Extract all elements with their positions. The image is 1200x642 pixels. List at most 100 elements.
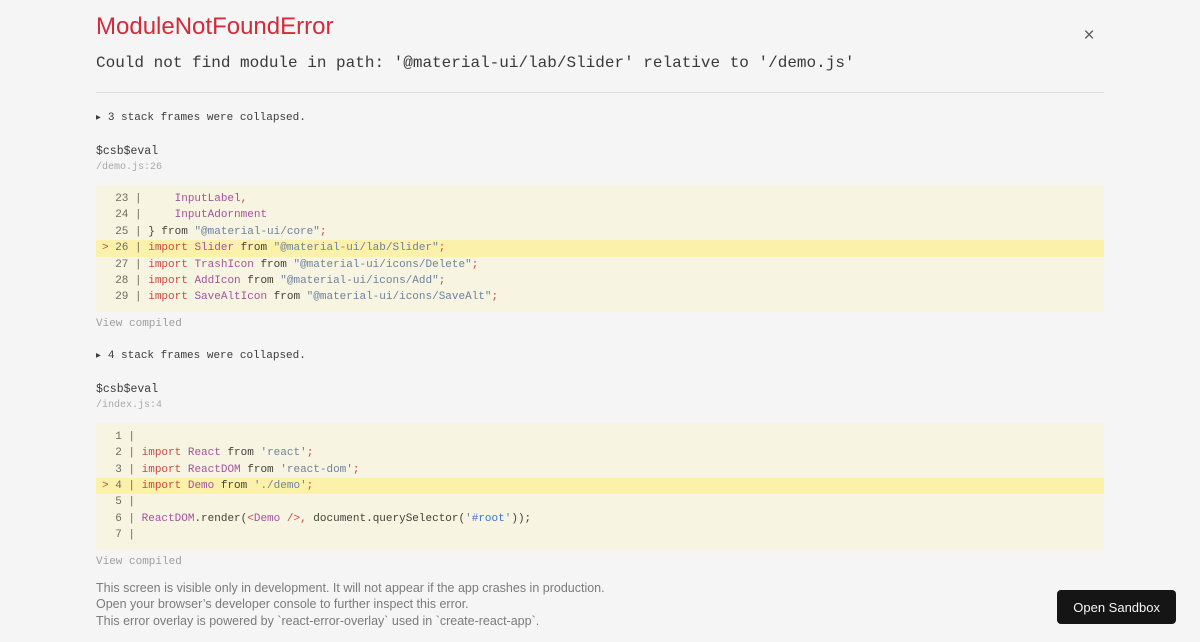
open-sandbox-button[interactable]: Open Sandbox [1057,590,1176,624]
code-token: ; [491,291,499,304]
view-compiled-link[interactable]: View compiled [96,318,182,331]
frame-location: /demo.js:26 [96,162,163,173]
error-line-marker [102,259,109,271]
code-token: AddIcon [194,275,241,288]
code-token: from [240,275,281,288]
code-token: < [247,512,254,525]
code-line: 28 | import AddIcon from "@material-ui/i… [96,273,1104,289]
error-line-marker [102,193,109,205]
code-line: 5 | [96,494,1104,510]
code-token: "@material-ui/core" [194,225,320,238]
code-token: , [300,512,307,525]
code-token: "@material-ui/lab/Slider" [273,242,439,255]
code-line: 27 | import TrashIcon from "@material-ui… [96,257,1104,273]
code-token: import [141,447,182,460]
line-gutter: 24 | [102,209,148,221]
error-line-marker: > [102,242,109,255]
footer-note: This error overlay is powered by `react-… [96,613,540,628]
line-gutter: 3 | [102,464,142,476]
frame-location: /index.js:4 [96,399,163,411]
code-token: InputLabel [174,193,241,205]
divider [96,92,1104,93]
code-token: ReactDOM [141,512,195,525]
code-token: ReactDOM [187,463,241,476]
error-line-marker [102,226,109,238]
stack-frames: ▶ 3 stack frames were collapsed. $csb$eval… [96,112,1104,569]
close-icon[interactable]: × [1077,24,1101,48]
code-token: TrashIcon [194,258,254,271]
code-line: 1 | [96,429,1104,445]
code-token: InputAdornment [174,209,268,222]
code-token: ; [306,480,314,493]
line-gutter: > 26 | [102,242,149,255]
line-gutter: 27 | [102,259,148,271]
line-gutter: 29 | [102,291,148,303]
code-token: ' [465,512,472,525]
code-token: Demo [253,512,281,525]
collapsed-frames-toggle[interactable]: ▶ 4 stack frames were collapsed. [96,350,1104,363]
triangle-right-icon: ▶ [96,113,101,123]
code-token: "@material-ui/icons/SaveAlt" [306,291,492,304]
line-gutter: 25 | [102,226,148,238]
triangle-right-icon: ▶ [96,351,101,361]
code-token: document.querySelector( [306,512,466,525]
line-gutter: 1 | [102,431,142,443]
footer-note: This screen is visible only in developme… [96,580,605,595]
footer-note: Open your browser’s developer console to… [96,597,469,612]
error-title: ModuleNotFoundError [96,13,334,40]
line-gutter: 2 | [102,447,142,459]
error-line-marker [102,496,109,508]
stack-frame-group: ▶ 4 stack frames were collapsed. $csb$eval… [96,350,1104,569]
collapsed-frames-label: 3 stack frames were collapsed. [107,112,306,124]
line-gutter: 5 | [102,496,142,508]
code-token: "@material-ui/icons/Delete" [293,258,472,271]
code-line: > 26 | import Slider from "@material-ui/… [96,240,1104,257]
error-message: Could not find module in path: '@materia… [96,54,855,72]
code-token: ; [471,258,479,271]
code-token: from [214,480,254,493]
code-token: #root [471,512,505,525]
code-token: from [234,242,274,255]
code-line: 2 | import React from 'react'; [96,445,1104,461]
code-line: > 4 | import Demo from './demo'; [96,478,1104,495]
code-token: )); [511,512,532,525]
stack-frame-group: ▶ 3 stack frames were collapsed. $csb$eval… [96,112,1104,331]
code-token: , [240,193,248,205]
error-line-marker [102,275,109,287]
code-token: ; [352,463,360,476]
code-token: import [148,242,188,255]
code-token: from [267,291,307,304]
code-line: 7 | [96,527,1104,543]
error-line-marker [102,431,109,443]
code-token: import [148,291,188,304]
frame-function-name: $csb$eval [96,145,159,158]
code-token: import [148,275,188,288]
view-compiled-row: View compiled [96,550,1104,569]
view-compiled-link[interactable]: View compiled [96,556,182,569]
code-line: 29 | import SaveAltIcon from "@material-… [96,289,1104,305]
code-token: ; [438,275,446,288]
line-gutter: 6 | [102,513,142,525]
code-token: Slider [194,242,235,255]
error-line-marker: > [102,480,109,493]
code-line: 24 | InputAdornment [96,207,1104,223]
error-line-marker [102,447,109,459]
error-overlay: × ModuleNotFoundError Could not find mod… [0,12,1200,629]
view-compiled-row: View compiled [96,312,1104,331]
footer-notes: This screen is visible only in developme… [96,580,1104,630]
collapsed-frames-label: 4 stack frames were collapsed. [107,349,306,362]
code-line: 23 | InputLabel, [96,191,1104,207]
error-line-marker [102,464,109,476]
line-gutter: 23 | [102,193,148,205]
collapsed-frames-toggle[interactable]: ▶ 3 stack frames were collapsed. [96,112,1104,125]
code-token: from [253,258,294,271]
code-token: } from [148,225,195,238]
code-token: 'react' [260,447,307,460]
line-gutter: 7 | [102,529,142,541]
code-token: .render( [194,512,248,525]
